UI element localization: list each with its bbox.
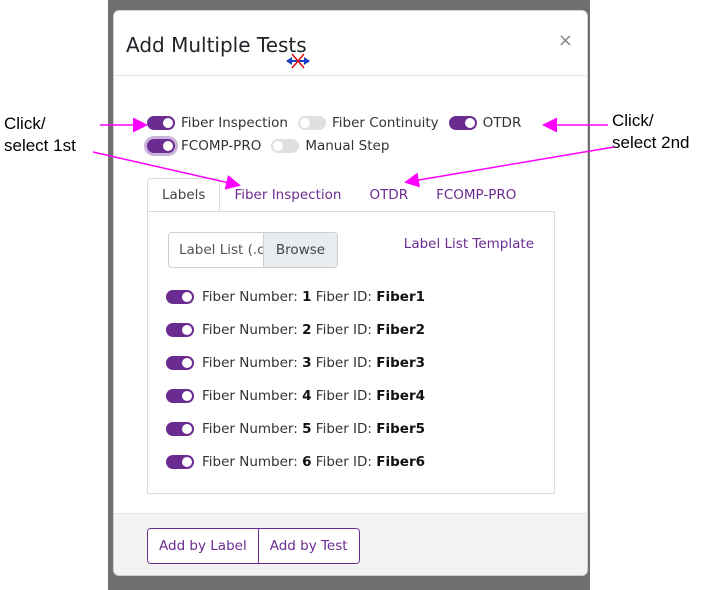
fiber-id-label: Fiber ID: — [315, 354, 372, 371]
fiber-id-label: Fiber ID: — [315, 321, 372, 338]
fiber-id: Fiber6 — [376, 453, 426, 470]
tab-otdr[interactable]: OTDR — [355, 178, 422, 212]
fiber-number-label: Fiber Number: — [202, 321, 298, 338]
switch-off-icon — [297, 116, 326, 130]
switch-on-icon — [448, 116, 477, 130]
fiber-id: Fiber4 — [376, 387, 426, 404]
fiber-row: Fiber Number: 1 Fiber ID: Fiber1 — [166, 280, 425, 313]
annotation-text: select 2nd — [612, 133, 690, 152]
toggle-label: Fiber Inspection — [181, 115, 288, 131]
toggle-fcomp-pro[interactable]: FCOMP-PRO — [147, 138, 261, 154]
fiber-id: Fiber1 — [376, 288, 426, 305]
annotation-right: Click/ select 2nd — [612, 110, 690, 154]
toggle-label: OTDR — [482, 115, 522, 131]
add-by-test-button[interactable]: Add by Test — [257, 529, 359, 563]
close-button[interactable]: × — [558, 30, 573, 51]
fiber-toggle[interactable] — [166, 289, 194, 304]
fiber-toggle[interactable] — [166, 355, 194, 370]
fiber-id: Fiber3 — [376, 354, 426, 371]
fiber-id-label: Fiber ID: — [315, 387, 372, 404]
tab-labels[interactable]: Labels — [147, 178, 221, 212]
fiber-list: Fiber Number: 1 Fiber ID: Fiber1 Fiber N… — [166, 280, 425, 478]
toggle-otdr[interactable]: OTDR — [448, 115, 522, 131]
label-list-template-link[interactable]: Label List Template — [404, 236, 534, 252]
fiber-toggle[interactable] — [166, 388, 194, 403]
fiber-number-label: Fiber Number: — [202, 453, 298, 470]
fiber-number-label: Fiber Number: — [202, 420, 298, 437]
fiber-id: Fiber2 — [376, 321, 426, 338]
fiber-toggle[interactable] — [166, 454, 194, 469]
switch-on-icon — [147, 139, 175, 153]
toggle-fiber-inspection[interactable]: Fiber Inspection — [147, 115, 288, 131]
tab-fcomp-pro[interactable]: FCOMP-PRO — [422, 178, 530, 212]
switch-off-icon — [271, 139, 300, 153]
fiber-row: Fiber Number: 6 Fiber ID: Fiber6 — [166, 445, 425, 478]
annotation-text: select 1st — [4, 136, 76, 155]
fiber-row: Fiber Number: 5 Fiber ID: Fiber5 — [166, 412, 425, 445]
toggle-label: Manual Step — [305, 138, 390, 154]
modal-header: Add Multiple Tests × — [114, 11, 587, 76]
fiber-row: Fiber Number: 4 Fiber ID: Fiber4 — [166, 379, 425, 412]
toggle-fiber-continuity[interactable]: Fiber Continuity — [297, 115, 439, 131]
annotation-text: Click/ — [612, 111, 654, 130]
add-by-label-button[interactable]: Add by Label — [148, 529, 258, 563]
fiber-number-label: Fiber Number: — [202, 288, 298, 305]
fiber-id: Fiber5 — [376, 420, 426, 437]
screenshot-stage: Add Multiple Tests × Fiber Inspection Fi… — [0, 0, 704, 590]
fiber-number: 2 — [302, 321, 312, 338]
fiber-number: 3 — [302, 354, 312, 371]
fiber-number-label: Fiber Number: — [202, 387, 298, 404]
annotation-left: Click/ select 1st — [4, 113, 76, 157]
fiber-row: Fiber Number: 2 Fiber ID: Fiber2 — [166, 313, 425, 346]
test-toggle-row-1: Fiber Inspection Fiber Continuity OTDR — [147, 115, 531, 131]
fiber-number: 5 — [302, 420, 312, 437]
switch-on-icon — [147, 116, 175, 130]
modal-footer: Add by Label Add by Test — [114, 513, 587, 575]
tab-fiber-inspection[interactable]: Fiber Inspection — [220, 178, 355, 212]
label-list-file-input[interactable]: Label List (.c Browse — [168, 232, 338, 268]
annotation-text: Click/ — [4, 114, 46, 133]
toggle-label: FCOMP-PRO — [181, 138, 262, 154]
test-toggle-row-2: FCOMP-PRO Manual Step — [147, 138, 399, 154]
toggle-manual-step[interactable]: Manual Step — [271, 138, 389, 154]
browse-button[interactable]: Browse — [263, 233, 337, 267]
fiber-row: Fiber Number: 3 Fiber ID: Fiber3 — [166, 346, 425, 379]
fiber-number: 6 — [302, 453, 312, 470]
fiber-number-label: Fiber Number: — [202, 354, 298, 371]
file-input-placeholder[interactable]: Label List (.c — [169, 233, 263, 267]
fiber-toggle[interactable] — [166, 322, 194, 337]
toggle-label: Fiber Continuity — [331, 115, 439, 131]
modal-title: Add Multiple Tests — [126, 33, 307, 57]
add-multiple-tests-modal: Add Multiple Tests × Fiber Inspection Fi… — [113, 10, 588, 576]
fiber-toggle[interactable] — [166, 421, 194, 436]
fiber-id-label: Fiber ID: — [315, 420, 372, 437]
fiber-id-label: Fiber ID: — [315, 453, 372, 470]
fiber-id-label: Fiber ID: — [315, 288, 372, 305]
move-cursor-icon — [286, 53, 310, 69]
add-button-group: Add by Label Add by Test — [147, 528, 360, 564]
fiber-number: 1 — [302, 288, 312, 305]
test-tabs: Labels Fiber Inspection OTDR FCOMP-PRO — [147, 178, 530, 212]
labels-tab-panel: Label List (.c Browse Label List Templat… — [147, 211, 555, 494]
fiber-number: 4 — [302, 387, 312, 404]
